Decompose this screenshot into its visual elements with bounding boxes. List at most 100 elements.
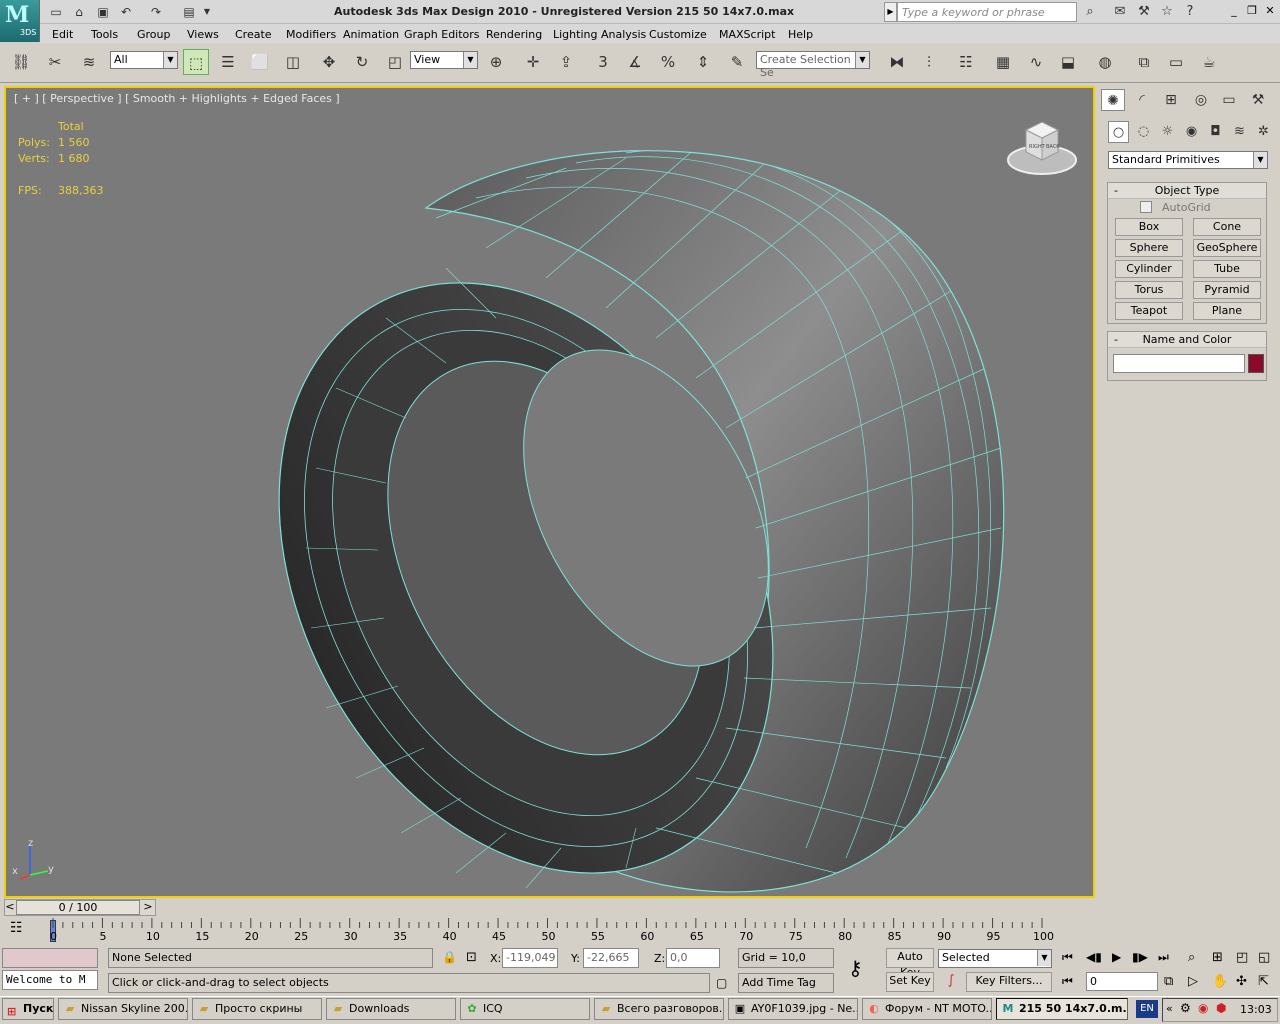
field-of-view-icon[interactable]: ▷ <box>1188 974 1198 989</box>
tube-button[interactable]: Tube <box>1193 260 1261 278</box>
auto-key-button[interactable]: Auto Key <box>886 948 934 979</box>
undo-icon[interactable]: ↶ <box>117 3 135 21</box>
selection-lock-icon[interactable]: 🔒 <box>442 950 457 964</box>
current-frame-field[interactable]: 0 <box>1086 972 1158 991</box>
object-name-input[interactable] <box>1113 354 1245 373</box>
menu-lighting-analysis[interactable]: Lighting Analysis <box>553 28 646 41</box>
space-warps-category-icon[interactable]: ≋ <box>1229 121 1250 143</box>
taskbar-item-firefox[interactable]: ◐ Форум - NT MOTO... <box>862 998 992 1020</box>
language-indicator[interactable]: EN <box>1136 1000 1158 1018</box>
cylinder-button[interactable]: Cylinder <box>1115 260 1183 278</box>
y-coord-field[interactable]: -22,665 <box>583 948 639 968</box>
z-coord-field[interactable]: 0,0 <box>666 948 720 968</box>
help-icon[interactable]: ? <box>1180 3 1200 21</box>
lights-category-icon[interactable]: ☼ <box>1157 121 1178 143</box>
menu-views[interactable]: Views <box>187 28 219 41</box>
taskbar-item-nissan[interactable]: ▰ Nissan Skyline 200... <box>58 998 188 1020</box>
zoom-extents-icon[interactable]: ◰ <box>1236 950 1248 965</box>
save-file-icon[interactable]: ▣ <box>94 3 112 21</box>
menu-modifiers[interactable]: Modifiers <box>286 28 336 41</box>
angle-snap-icon[interactable]: ∡ <box>622 49 648 75</box>
percent-snap-button[interactable]: % <box>655 49 681 75</box>
helpers-category-icon[interactable]: ◘ <box>1205 121 1226 143</box>
scale-icon[interactable]: ◰ <box>382 49 408 75</box>
taskbar-item-conversations[interactable]: ▰ Всего разговоров... <box>594 998 724 1020</box>
link-icon[interactable]: ⛓ <box>8 49 34 75</box>
next-frame-icon[interactable]: ▮▶ <box>1132 950 1148 964</box>
hierarchy-tab-icon[interactable]: ⊞ <box>1159 89 1183 111</box>
schematic-view-icon[interactable]: ⬓ <box>1055 49 1081 75</box>
go-to-end-icon[interactable]: ⏭ <box>1158 950 1169 965</box>
tray-expand-icon[interactable]: « <box>1166 1002 1173 1015</box>
geosphere-button[interactable]: GeoSphere <box>1193 239 1261 257</box>
box-button[interactable]: Box <box>1115 218 1183 236</box>
taskbar-item-image-viewer[interactable]: ▣ AY0F1039.jpg - Ne... <box>728 998 858 1020</box>
snaps-toggle-button[interactable]: 3 <box>590 49 616 75</box>
go-to-start-icon[interactable]: ⏮ <box>1062 950 1073 965</box>
curve-editor-icon[interactable]: ∿ <box>1023 49 1049 75</box>
menu-help[interactable]: Help <box>788 28 813 41</box>
orbit-icon[interactable]: ✣ <box>1236 974 1247 989</box>
pyramid-button[interactable]: Pyramid <box>1193 281 1261 299</box>
spinner-snap-icon[interactable]: ⇕ <box>690 49 716 75</box>
teapot-button[interactable]: Teapot <box>1115 302 1183 320</box>
menu-create[interactable]: Create <box>235 28 272 41</box>
select-manipulate-icon[interactable]: ✛ <box>520 49 546 75</box>
pivot-center-icon[interactable]: ⊕ <box>483 49 509 75</box>
menu-animation[interactable]: Animation <box>343 28 399 41</box>
viewcube-navigator[interactable] <box>1006 116 1082 186</box>
x-coord-field[interactable]: -119,049 <box>502 948 558 968</box>
time-slider-handle[interactable]: 0 / 100 <box>16 900 140 915</box>
cone-button[interactable]: Cone <box>1193 218 1261 236</box>
keyboard-shortcut-icon[interactable]: ⇪ <box>553 49 579 75</box>
menu-graph-editors[interactable]: Graph Editors <box>404 28 480 41</box>
autogrid-checkbox[interactable] <box>1140 201 1152 213</box>
maxscript-mini-listener[interactable]: Welcome to M <box>2 970 98 990</box>
geometry-category-icon[interactable]: ○ <box>1108 121 1129 143</box>
time-slider-prev-icon[interactable]: < <box>4 899 16 916</box>
create-tab-icon[interactable]: ✺ <box>1101 89 1125 111</box>
tire-mesh-object[interactable] <box>6 88 1093 896</box>
mirror-icon[interactable]: ⧓ <box>884 49 910 75</box>
select-by-name-icon[interactable]: ☰ <box>215 49 241 75</box>
reference-coord-dropdown[interactable]: View ▼ <box>410 51 478 69</box>
rendered-frame-window-icon[interactable]: ▭ <box>1163 49 1189 75</box>
minimize-icon[interactable]: _ <box>1226 4 1242 18</box>
named-selection-set-dropdown[interactable]: Create Selection Se ▼ <box>756 51 870 79</box>
move-icon[interactable]: ✥ <box>316 49 342 75</box>
time-tag-icon[interactable]: ▢ <box>716 976 727 990</box>
key-filters-button[interactable]: Key Filters... <box>966 972 1052 992</box>
set-key-mode-key-icon[interactable]: ⚷ <box>848 956 863 980</box>
render-teapot-icon[interactable]: ☕ <box>1196 49 1222 75</box>
unlink-icon[interactable]: ✂ <box>42 49 68 75</box>
menu-tools[interactable]: Tools <box>91 28 118 41</box>
taskbar-item-downloads[interactable]: ▰ Downloads <box>326 998 456 1020</box>
subscription-icon[interactable]: ⚒ <box>1134 3 1154 21</box>
default-in-out-tangent-icon[interactable]: ∫ <box>940 973 962 991</box>
start-button[interactable]: ⊞ Пуск <box>2 998 54 1020</box>
communication-center-icon[interactable]: ✉ <box>1110 3 1130 21</box>
absolute-mode-icon[interactable]: ⊡ <box>466 950 477 965</box>
perspective-viewport[interactable]: [ + ] [ Perspective ] [ Smooth + Highlig… <box>4 86 1095 898</box>
add-time-tag-button[interactable]: Add Time Tag <box>738 973 834 993</box>
primitive-category-dropdown[interactable]: Standard Primitives ▼ <box>1108 151 1268 169</box>
align-icon[interactable]: ⫶ <box>916 49 942 75</box>
pan-view-icon[interactable]: ✋ <box>1212 974 1228 989</box>
open-file-icon[interactable]: ⌂ <box>70 3 88 21</box>
search-input[interactable]: Type a keyword or phrase <box>897 2 1077 22</box>
zoom-icon[interactable]: ⌕ <box>1188 950 1195 965</box>
window-crossing-icon[interactable]: ◫ <box>280 49 306 75</box>
taskbar-item-screens[interactable]: ▰ Просто скрины <box>192 998 322 1020</box>
tray-acrobat-icon[interactable]: ⬢ <box>1216 1001 1226 1015</box>
key-mode-toggle-icon[interactable]: ⏮ <box>1062 974 1073 989</box>
taskbar-item-3dsmax[interactable]: M 215 50 14x7.0.m... <box>996 998 1128 1020</box>
rotate-icon[interactable]: ↻ <box>349 49 375 75</box>
graphite-toggle-icon[interactable]: ▦ <box>990 49 1016 75</box>
maximize-viewport-icon[interactable]: ⇱ <box>1258 974 1269 989</box>
redo-icon[interactable]: ↷ <box>147 3 165 21</box>
taskbar-item-icq[interactable]: ✿ ICQ <box>460 998 590 1020</box>
set-key-button[interactable]: Set Key <box>886 972 934 992</box>
menu-rendering[interactable]: Rendering <box>486 28 542 41</box>
object-type-header[interactable]: - Object Type <box>1108 183 1266 199</box>
edit-named-selection-icon[interactable]: ✎ <box>724 49 750 75</box>
